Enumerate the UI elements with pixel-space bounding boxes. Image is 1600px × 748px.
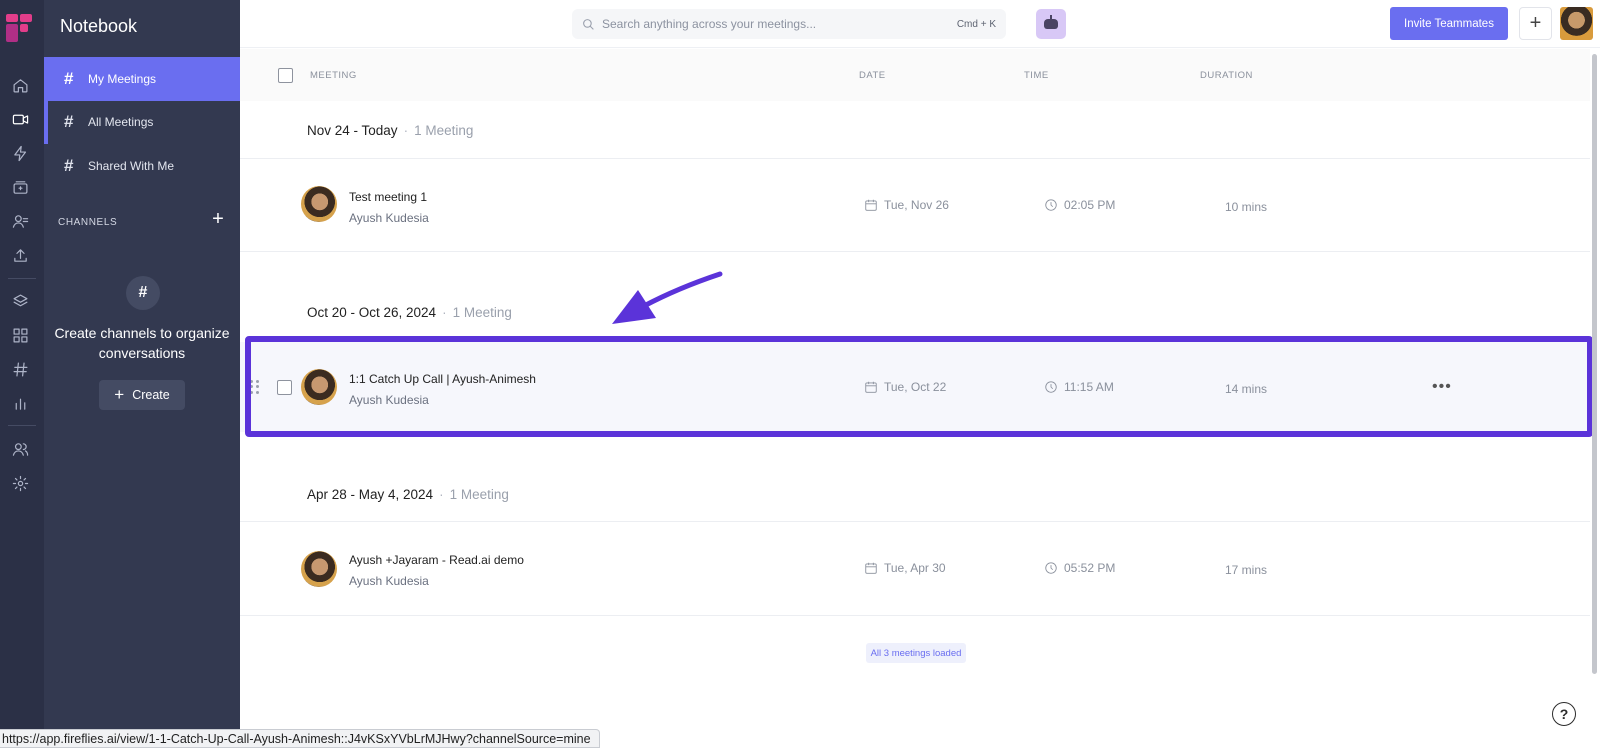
meeting-duration: 14 mins [1225,382,1268,396]
hash-icon: # [64,112,74,131]
clock-icon [1045,381,1057,393]
hash-icon: # [126,276,160,310]
hash-icon: # [64,69,74,88]
sidebar-item-my-meetings[interactable]: # My Meetings [44,57,240,101]
hash-icon: # [64,156,74,175]
icon-rail [0,0,44,748]
app-title: Notebook [60,16,138,36]
group-header: Oct 20 - Oct 26, 2024 · 1 Meeting [307,305,512,320]
robot-icon [1044,15,1058,29]
settings-icon[interactable] [9,472,31,494]
meeting-date: Tue, Oct 22 [864,380,946,394]
divider [240,615,1590,616]
meeting-owner: Ayush Kudesia [349,574,429,588]
sidebar-item-label: My Meetings [88,72,157,86]
apps-grid-icon[interactable] [9,324,31,346]
meeting-duration: 17 mins [1225,563,1268,577]
calendar-icon [865,562,877,574]
avatar [301,369,337,405]
select-all-checkbox[interactable] [278,68,293,83]
clock-icon [1045,199,1057,211]
add-channel-button[interactable]: + [208,209,228,230]
analytics-icon[interactable] [9,392,31,414]
group-count: 1 Meeting [414,123,474,138]
add-button[interactable]: + [1519,7,1552,40]
more-options-icon[interactable]: ••• [1432,378,1452,396]
calendar-icon [865,199,877,211]
group-header: Nov 24 - Today · 1 Meeting [307,123,474,138]
upload-icon[interactable] [9,244,31,266]
group-date-range: Oct 20 - Oct 26, 2024 [307,305,437,320]
meeting-date: Tue, Nov 26 [864,198,949,212]
group-date-range: Nov 24 - Today [307,123,398,138]
top-bar: Cmd + K Invite Teammates + [240,0,1600,48]
avatar [301,186,337,222]
calendar-icon [865,381,877,393]
column-header-date: DATE [859,70,886,81]
divider [240,251,1590,252]
meeting-date: Tue, Apr 30 [864,561,946,575]
create-label: Create [132,388,170,402]
layers-icon[interactable] [9,290,31,312]
table-header: MEETING DATE TIME DURATION [240,49,1590,101]
rail-divider [8,278,36,279]
clock-icon [1045,562,1057,574]
search-shortcut: Cmd + K [956,18,996,30]
divider [240,521,1590,522]
column-header-meeting: MEETING [310,70,357,81]
hash-icon[interactable] [9,358,31,380]
column-header-duration: DURATION [1200,70,1253,81]
sidebar-item-label: All Meetings [88,115,154,129]
help-icon[interactable]: ? [1552,702,1576,726]
sidebar-item-all-meetings[interactable]: # All Meetings [44,100,240,144]
home-icon[interactable] [9,74,31,96]
meeting-time: 05:52 PM [1044,561,1115,575]
loaded-status-badge: All 3 meetings loaded [866,643,966,663]
annotation-arrow-icon [612,271,723,324]
meeting-title[interactable]: 1:1 Catch Up Call | Ayush-Animesh [349,372,536,386]
table-row[interactable]: Ayush +Jayaram - Read.ai demo Ayush Kude… [240,523,1590,613]
bolt-icon[interactable] [9,142,31,164]
inbox-icon[interactable] [9,176,31,198]
meeting-time: 11:15 AM [1044,380,1114,394]
search-box[interactable]: Cmd + K [572,9,1006,39]
channels-empty-text: Create channels to organize conversation… [54,325,230,361]
contacts-icon[interactable] [9,210,31,232]
rail-divider [8,425,36,426]
meeting-owner: Ayush Kudesia [349,393,429,407]
video-icon[interactable] [9,108,31,130]
fireflies-logo[interactable] [6,14,34,42]
meeting-duration: 10 mins [1225,200,1268,214]
sidebar-item-label: Shared With Me [88,159,175,173]
meeting-title[interactable]: Ayush +Jayaram - Read.ai demo [349,553,524,567]
user-avatar[interactable] [1560,7,1593,40]
group-count: 1 Meeting [449,487,509,502]
avatar [301,551,337,587]
divider [240,158,1590,159]
meeting-owner: Ayush Kudesia [349,211,429,225]
group-date-range: Apr 28 - May 4, 2024 [307,487,434,502]
create-channel-button[interactable]: + Create [99,380,185,410]
column-header-time: TIME [1024,70,1049,81]
channels-heading: CHANNELS [58,217,118,228]
plus-icon: + [114,385,125,404]
drag-handle-icon[interactable] [250,380,260,394]
invite-teammates-button[interactable]: Invite Teammates [1390,7,1508,40]
search-icon [583,18,594,30]
status-bar-url: https://app.fireflies.ai/view/1-1-Catch-… [0,729,600,748]
table-row[interactable]: Test meeting 1 Ayush Kudesia Tue, Nov 26… [240,160,1590,250]
assistant-bot-button[interactable] [1036,9,1066,39]
vertical-scrollbar[interactable] [1592,54,1597,674]
group-header: Apr 28 - May 4, 2024 · 1 Meeting [307,487,509,502]
group-count: 1 Meeting [452,305,512,320]
search-input[interactable] [602,17,942,31]
row-checkbox[interactable] [277,380,292,395]
sidebar: Notebook # My Meetings # All Meetings # … [44,0,240,748]
team-icon[interactable] [9,438,31,460]
meeting-title[interactable]: Test meeting 1 [349,190,427,204]
table-row[interactable]: 1:1 Catch Up Call | Ayush-Animesh Ayush … [240,342,1590,432]
meeting-time: 02:05 PM [1044,198,1115,212]
sidebar-item-shared-with-me[interactable]: # Shared With Me [44,144,240,188]
